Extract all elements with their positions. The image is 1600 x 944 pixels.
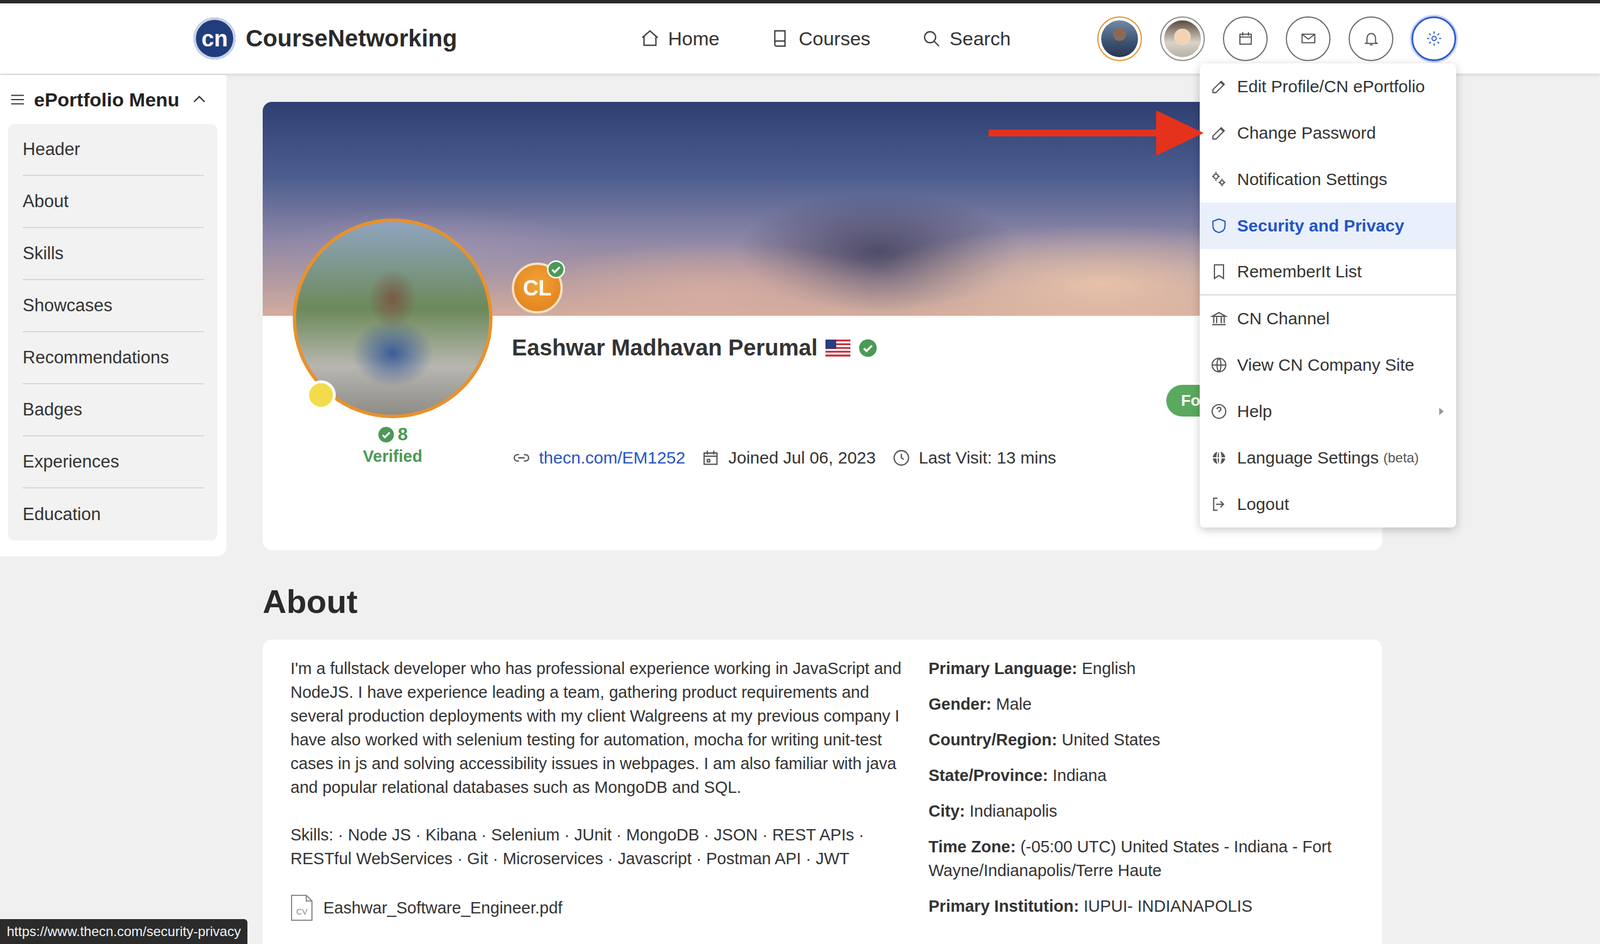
cv-file-icon: CV (290, 894, 314, 922)
sidebar: ePortfolio MenuHeaderAboutSkillsShowcase… (0, 75, 227, 557)
us-flag-icon (825, 339, 851, 357)
profile-link[interactable]: thecn.com/EM1252 (538, 448, 686, 468)
avatar-column: 8Verified (292, 315, 493, 551)
sidebar-item[interactable]: Showcases (22, 280, 204, 333)
detail-row: State/Province: Indiana (928, 763, 1355, 788)
detail-row: Primary Language: English (928, 656, 1355, 681)
toolbar-button[interactable] (1348, 16, 1394, 62)
status-url: https://www.thecn.com/security-privacy (0, 919, 248, 944)
profile-meta: thecn.com/EM1252 Joined Jul 06, 2023 Last … (511, 448, 1235, 468)
resume-file[interactable]: CVEashwar_Software_Engineer.pdf (290, 894, 906, 922)
question-icon (1209, 402, 1229, 421)
profile-photo[interactable] (292, 218, 493, 419)
menu-item[interactable]: CN Channel (1199, 295, 1457, 342)
language-icon (1209, 448, 1229, 468)
calendar-icon (700, 448, 721, 468)
toolbar-button[interactable] (1222, 16, 1268, 62)
home-icon (639, 28, 661, 49)
clock-icon (891, 448, 911, 468)
detail-row: Time Zone: (-05:00 UTC) United States - … (928, 835, 1355, 883)
details: Primary Language: English Gender: Male Cou… (928, 656, 1355, 931)
settings-menu: Edit Profile/CN ePortfolioChange Passwor… (1199, 63, 1457, 528)
detail-row: Country/Region: United States (928, 728, 1355, 752)
svg-text:CV: CV (296, 907, 308, 917)
sidebar-item[interactable]: Education (22, 488, 204, 541)
check-icon (377, 426, 395, 444)
name-line: Eashwar Madhavan Perumal (511, 335, 878, 361)
about-text: I'm a fullstack developer who has profes… (290, 656, 906, 931)
sidebar-item[interactable]: Header (22, 123, 204, 177)
toolbar (1097, 16, 1457, 62)
nav-item[interactable]: Home (639, 27, 720, 50)
about-heading: About (262, 583, 1383, 620)
avatar-button[interactable] (1097, 16, 1142, 62)
sidebar-item[interactable]: Recommendations (22, 332, 204, 385)
headline: Eashwar Madhavan PerumalFo (511, 335, 1235, 417)
mail-icon (1299, 30, 1317, 47)
status-dot (306, 380, 336, 410)
menu-item[interactable]: Help (1199, 388, 1457, 435)
check-icon (546, 260, 566, 279)
globe-icon (1209, 356, 1229, 375)
sidebar-item[interactable]: Skills (22, 228, 204, 281)
detail-row: City: Indianapolis (928, 799, 1355, 824)
menu-item[interactable]: Edit Profile/CN ePortfolio (1199, 63, 1457, 110)
pencil-icon (1209, 123, 1229, 143)
logo-mark: cn (193, 17, 236, 60)
sidebar-item[interactable]: About (22, 176, 204, 229)
last-visit: Last Visit: 13 mins (918, 448, 1057, 468)
toolbar-button[interactable] (1285, 16, 1331, 62)
sidebar-item[interactable]: Badges (22, 384, 204, 437)
cl-badge[interactable]: CL (511, 262, 563, 314)
page: cn CourseNetworking Home Courses Search ePort… (0, 0, 1600, 944)
verified-label: Verified (362, 447, 423, 466)
sidebar-item[interactable]: Experiences (22, 436, 204, 489)
submenu-arrow-icon (1436, 407, 1447, 417)
main-nav: Home Courses Search (639, 27, 1011, 50)
menu-item[interactable]: View CN Company Site (1199, 341, 1457, 389)
chevron-icon (190, 90, 209, 109)
search-icon (921, 28, 942, 49)
bio: I'm a fullstack developer who has profes… (290, 656, 906, 800)
pencil-icon (1209, 77, 1229, 96)
menu-item[interactable]: Logout (1199, 481, 1457, 528)
annotation-arrow-icon (988, 110, 1204, 156)
bank-icon (1209, 309, 1229, 328)
sidebar-list: HeaderAboutSkillsShowcasesRecommendation… (7, 123, 218, 541)
verified-icon (858, 338, 878, 358)
book-icon (770, 28, 791, 49)
joined-date: Joined Jul 06, 2023 (728, 448, 876, 468)
menu-item[interactable]: Change Password (1199, 109, 1457, 157)
avatar-button[interactable] (1160, 16, 1205, 62)
nav-item[interactable]: Search (921, 27, 1011, 50)
gear-icon (1425, 30, 1443, 47)
menu-item[interactable]: RememberIt List (1199, 249, 1457, 296)
nav-item[interactable]: Courses (770, 27, 871, 50)
menu-item[interactable]: Notification Settings (1199, 156, 1457, 203)
profile-name: Eashwar Madhavan Perumal (511, 335, 818, 361)
hamburger-icon (9, 91, 27, 109)
sidebar-header[interactable]: ePortfolio Menu (7, 75, 218, 124)
avatar-photo (1101, 20, 1139, 58)
top-bar: cn CourseNetworking Home Courses Search (0, 0, 1600, 74)
calendar-icon (1237, 30, 1255, 47)
bookmark-icon (1209, 262, 1229, 281)
detail-row: Primary Institution: IUPUI- INDIANAPOLIS (928, 894, 1355, 919)
verified-count[interactable]: 8 (377, 424, 409, 446)
about-card: I'm a fullstack developer who has profes… (262, 639, 1383, 944)
logo-name: CourseNetworking (245, 24, 457, 53)
detail-row: Gender: Male (928, 692, 1355, 717)
menu-item[interactable]: Language Settings(beta) (1199, 434, 1457, 482)
logo[interactable]: cn CourseNetworking (193, 17, 640, 60)
bell-icon (1362, 30, 1380, 47)
menu-item[interactable]: Security and Privacy (1199, 202, 1457, 250)
avatar-photo (1164, 20, 1201, 58)
shield-icon (1209, 216, 1229, 235)
gears-icon (1209, 170, 1229, 189)
toolbar-button[interactable] (1411, 16, 1457, 62)
logout-icon (1209, 495, 1229, 514)
link-icon (511, 448, 532, 468)
skills: Skills: · Node JS · Kibana · Selenium · … (290, 823, 906, 871)
